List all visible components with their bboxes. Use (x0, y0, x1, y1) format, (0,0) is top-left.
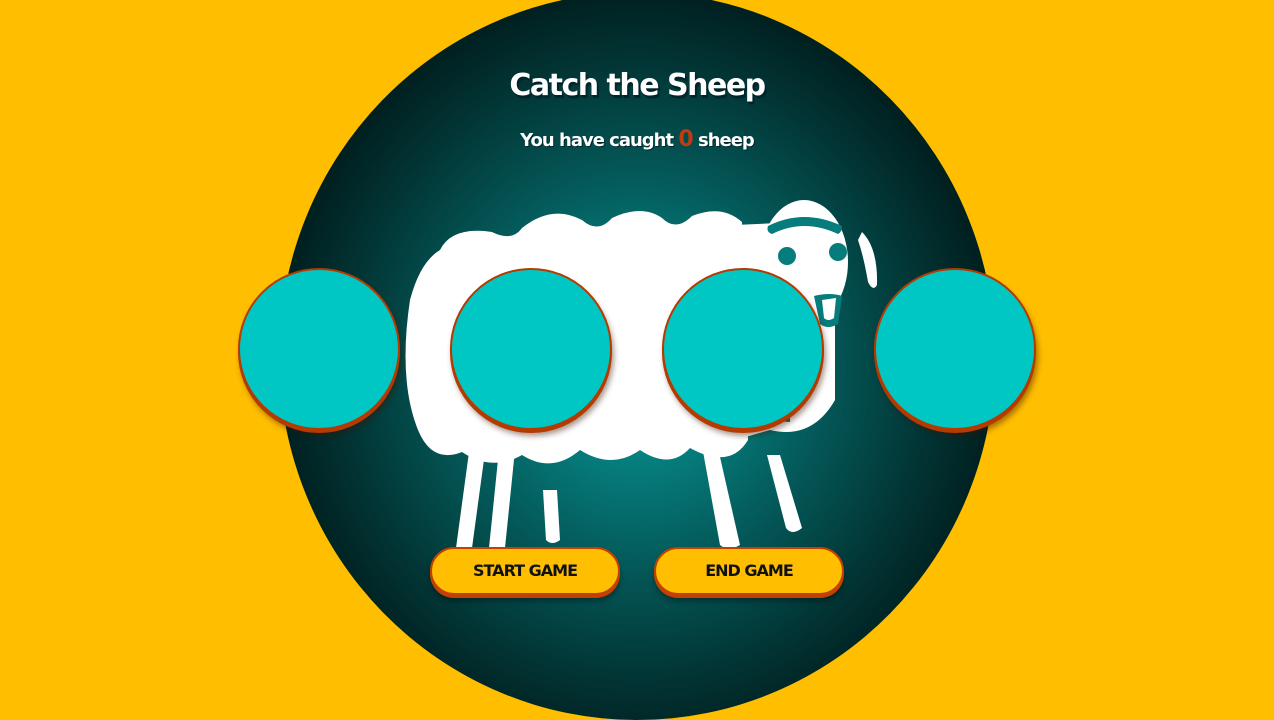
score-prefix: You have caught (520, 130, 674, 151)
score-suffix: sheep (697, 130, 755, 151)
score-count: 0 (678, 127, 693, 152)
start-game-button[interactable]: START GAME (430, 547, 620, 595)
sheep-hole-1[interactable] (238, 268, 400, 430)
game-title: Catch the Sheep (509, 68, 766, 103)
game-stage: Catch the Sheep You have caught 0 sheep (0, 0, 1274, 720)
sheep-hole-2[interactable] (450, 268, 612, 430)
score-line: You have caught 0 sheep (0, 127, 1274, 152)
sheep-hole-3[interactable] (662, 268, 824, 430)
sheep-hole-4[interactable] (874, 268, 1036, 430)
end-game-button[interactable]: END GAME (654, 547, 844, 595)
